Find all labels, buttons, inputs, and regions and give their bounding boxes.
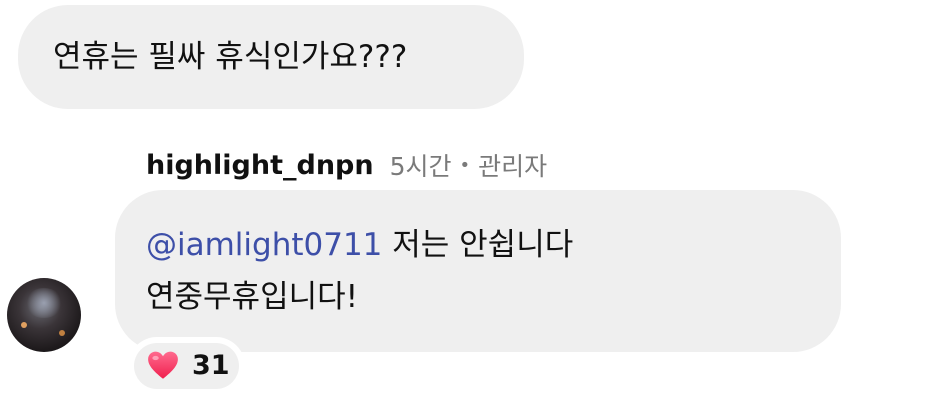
meta-separator: •	[459, 154, 471, 176]
heart-icon	[148, 351, 178, 379]
reaction-pill[interactable]: 31	[128, 337, 245, 395]
reply-meta: highlight_dnpn 5시간 • 관리자	[146, 143, 547, 187]
avatar-detail	[21, 322, 27, 328]
reply-username[interactable]: highlight_dnpn	[146, 150, 374, 181]
reply-timestamp: 5시간	[389, 152, 452, 181]
reply-role-badge: 관리자	[478, 152, 548, 181]
reply-line-1-text: 저는 안쉽니다	[382, 227, 574, 263]
comment-bubble[interactable]: 연휴는 필싸 휴식인가요???	[18, 5, 524, 109]
reply-line-1: @iamlight0711 저는 안쉽니다	[146, 219, 573, 271]
avatar-highlight	[25, 288, 63, 318]
reply-body: @iamlight0711 저는 안쉽니다 연중무휴입니다!	[146, 219, 573, 323]
reaction-count: 31	[192, 350, 230, 381]
comment-text: 연휴는 필싸 휴식인가요???	[53, 39, 408, 75]
avatar-detail	[59, 330, 65, 336]
mention-link[interactable]: @iamlight0711	[146, 227, 382, 263]
reply-bubble[interactable]: @iamlight0711 저는 안쉽니다 연중무휴입니다!	[115, 190, 841, 352]
reply-line-2: 연중무휴입니다!	[146, 279, 359, 315]
user-avatar-icon[interactable]	[7, 278, 81, 352]
